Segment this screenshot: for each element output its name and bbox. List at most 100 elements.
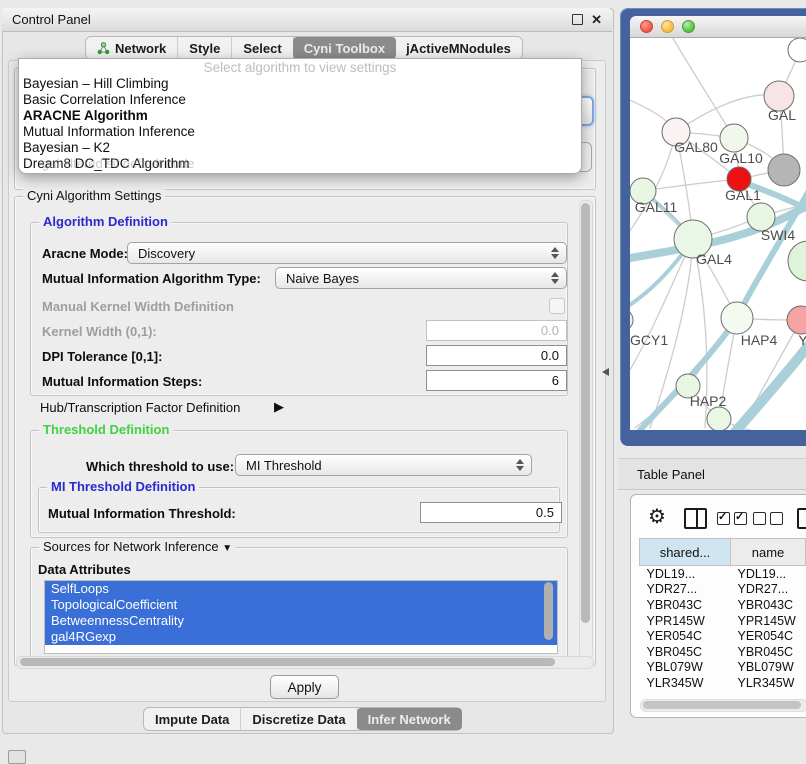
attribute-list-item[interactable]: TopologicalCoefficient [45,597,557,613]
tab-impute-data[interactable]: Impute Data [144,708,241,730]
aracne-mode-combobox[interactable]: Discovery [127,242,567,264]
table-cell[interactable]: YDR27... [640,582,731,598]
network-edge-highlighted[interactable] [735,336,806,430]
node-table[interactable]: shared...nameAYDL19...YDL19...13YDR27...… [639,538,806,691]
attribute-list-item[interactable]: SelfLoops [45,581,557,597]
dropdown-item[interactable]: Bayesian – Hill Climbing [19,76,581,92]
dropdown-item[interactable]: Bayesian – K2 [19,140,581,156]
dropdown-item[interactable]: Basic Correlation Inference [19,92,581,108]
table-cell[interactable]: YBR043C [640,597,731,613]
select-all-columns-icon[interactable] [717,512,747,525]
mi-type-label: Mutual Information Algorithm Type: [42,271,261,286]
table-row[interactable]: YBR043CYBR043C [640,597,806,613]
network-node-gal10[interactable] [720,124,748,152]
table-row[interactable]: YBR045CYBR045C9. [640,644,806,660]
mi-type-combobox[interactable]: Naive Bayes [275,267,567,289]
settings-hscrollbar[interactable] [16,656,594,669]
tab-jactivemnodules[interactable]: jActiveMNodules [395,37,522,59]
tab-network[interactable]: Network [86,37,178,59]
apply-button-label: Apply [288,680,322,695]
kernel-width-field[interactable]: 0.0 [426,320,567,341]
gear-icon[interactable]: ⚙ [648,507,666,527]
split-columns-icon[interactable] [684,508,707,529]
tab-label: Select [243,41,281,56]
network-node-y[interactable] [787,306,806,334]
tab-infer-network[interactable]: Infer Network [357,708,462,730]
table-hscrollbar-thumb[interactable] [643,701,801,709]
mi-steps-field[interactable]: 6 [426,370,567,391]
float-window-icon[interactable] [572,14,583,25]
toolbar-cutoff-icon[interactable] [797,508,806,529]
mac-minimize-icon[interactable] [661,20,674,33]
attributes-vscrollbar[interactable] [543,581,554,651]
control-panel-titlebar[interactable]: Control Panel ✕ [2,8,612,32]
manual-kernel-label: Manual Kernel Width Definition [42,299,234,314]
table-panel-titlebar[interactable]: Table Panel [618,458,806,490]
which-threshold-combobox[interactable]: MI Threshold [235,454,532,476]
settings-vscrollbar[interactable] [579,200,593,660]
network-canvas[interactable]: GALGAL80GAL10GAL1GAL11SWI4GAL4GCY1HAP4YH… [630,38,806,430]
attribute-list-item[interactable]: gal4RGexp [45,629,557,645]
manual-kernel-checkbox[interactable] [549,298,565,314]
table-cell[interactable]: YLR345W [731,675,806,691]
network-node-label: HAP2 [690,393,727,409]
table-cell[interactable]: YDR27... [731,582,806,598]
table-cell[interactable]: YDL19... [640,566,731,582]
kernel-width-value: 0.0 [541,323,559,338]
tab-cyni-toolbox[interactable]: Cyni Toolbox [293,37,396,59]
attribute-list-item[interactable]: BetweennessCentrality [45,613,557,629]
mac-zoom-icon[interactable] [682,20,695,33]
collapse-arrow-icon[interactable]: ▼ [222,543,232,554]
data-attributes-list[interactable]: SelfLoopsTopologicalCoefficientBetweenne… [44,580,558,654]
apply-button[interactable]: Apply [270,675,339,699]
table-cell[interactable]: YLR345W [640,675,731,691]
which-threshold-value: MI Threshold [246,458,322,473]
tab-style[interactable]: Style [178,37,232,59]
table-cell[interactable]: YER054C [640,628,731,644]
table-row[interactable]: YLR345WYLR345W9. [640,675,806,691]
table-cell[interactable]: YBR045C [640,644,731,660]
table-cell[interactable]: YPR145W [640,613,731,629]
column-header-shared[interactable]: shared... [640,539,731,566]
network-window-titlebar[interactable] [630,16,806,38]
dropdown-item[interactable]: Dream8 DC_TDC Algorithm [19,156,581,172]
mac-close-icon[interactable] [640,20,653,33]
table-hscrollbar[interactable] [640,699,806,712]
close-icon[interactable]: ✕ [591,13,602,26]
table-row[interactable]: YPR145WYPR145W9. [640,613,806,629]
tab-discretize-data[interactable]: Discretize Data [241,708,357,730]
attributes-vscrollbar-thumb[interactable] [544,582,553,640]
unselect-all-columns-icon[interactable] [753,512,783,525]
network-node[interactable] [788,241,806,281]
settings-vscrollbar-thumb[interactable] [581,203,590,623]
dropdown-item[interactable]: ARACNE Algorithm [19,108,581,124]
table-row[interactable]: YDR27...YDR27...12 [640,582,806,598]
table-cell[interactable]: YBR043C [731,597,806,613]
table-row[interactable]: YBL079WYBL079W [640,660,806,676]
network-node[interactable] [788,38,806,62]
dpi-tolerance-field[interactable]: 0.0 [426,345,567,366]
table-cell[interactable]: YPR145W [731,613,806,629]
network-node[interactable] [707,407,731,430]
table-row[interactable]: YDL19...YDL19...13 [640,566,806,582]
dropdown-item[interactable]: Mutual Information Inference [19,124,581,140]
dpi-tolerance-label: DPI Tolerance [0,1]: [42,349,162,364]
expand-arrow-icon[interactable]: ▶ [274,399,284,415]
network-node[interactable] [768,154,800,186]
network-node-gcy1[interactable] [630,309,633,331]
table-cell[interactable]: YBL079W [731,660,806,676]
splitter-arrow-icon[interactable] [602,368,609,376]
table-cell[interactable]: YER054C [731,628,806,644]
aracne-mode-label: Aracne Mode: [42,246,128,261]
table-panel-title: Table Panel [637,467,705,482]
settings-hscrollbar-thumb[interactable] [20,658,555,666]
table-cell[interactable]: YBL079W [640,660,731,676]
table-cell[interactable]: YBR045C [731,644,806,660]
column-header-name[interactable]: name [731,539,806,566]
tab-select[interactable]: Select [232,37,293,59]
network-node-hap4[interactable] [721,302,753,334]
mi-threshold-field[interactable]: 0.5 [420,502,562,523]
table-row[interactable]: YER054CYER054C8. [640,628,806,644]
mi-threshold-value: 0.5 [536,505,554,520]
table-cell[interactable]: YDL19... [731,566,806,582]
